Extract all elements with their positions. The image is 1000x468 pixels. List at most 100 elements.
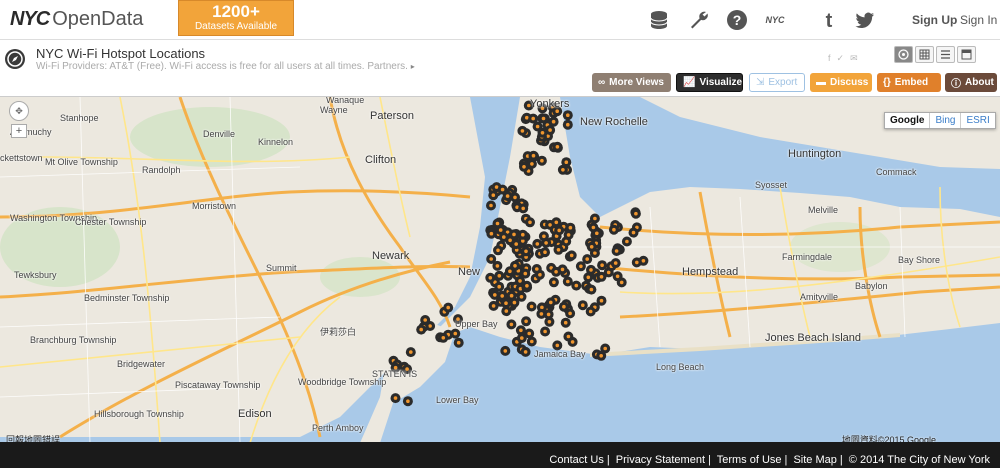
hotspot-marker-center: [551, 119, 556, 124]
help-icon[interactable]: ?: [726, 9, 748, 31]
hotspot-marker-center: [543, 329, 547, 334]
hotspot-marker-center: [599, 354, 603, 358]
hotspot-marker-center: [393, 396, 398, 400]
more-views-button[interactable]: ∞ More Views: [592, 73, 671, 92]
logo-nyc-text: NYC: [10, 8, 50, 30]
hotspot-marker-center: [520, 336, 524, 340]
hotspot-marker-center: [524, 249, 528, 254]
nyc-opendata-logo[interactable]: NYC OpenData: [10, 8, 143, 32]
hotspot-marker-center: [554, 220, 559, 225]
hotspot-marker-center: [509, 322, 514, 327]
pan-control-icon[interactable]: ✥: [9, 101, 29, 121]
facebook-share-icon[interactable]: f: [828, 53, 831, 64]
discuss-button[interactable]: ▬ Discuss: [810, 73, 872, 92]
export-button[interactable]: ⇲ Export: [749, 73, 805, 92]
hotspot-marker-center: [593, 251, 597, 255]
hotspot-marker-center: [521, 232, 525, 237]
hotspot-marker-center: [527, 331, 531, 336]
hotspot-marker-center: [453, 331, 458, 336]
map-attribution: 地圖資料©2015 Google: [841, 435, 936, 442]
map-type-google[interactable]: Google: [885, 113, 931, 128]
map-view-toggle[interactable]: [894, 46, 913, 63]
twitter-icon[interactable]: [854, 9, 876, 31]
hotspot-marker-center: [540, 305, 544, 310]
copyright-text: © 2014 The City of New York: [848, 454, 990, 466]
hotspot-marker-center: [581, 303, 585, 307]
email-share-icon[interactable]: ✉: [850, 53, 858, 64]
hotspot-marker-center: [531, 116, 535, 121]
map-type-esri[interactable]: ESRI: [961, 113, 994, 128]
window-view-toggle[interactable]: [957, 46, 976, 63]
terms-of-use-link[interactable]: Terms of Use: [717, 454, 782, 466]
map-type-bing[interactable]: Bing: [930, 113, 962, 128]
sign-in-link[interactable]: Sign In: [960, 13, 997, 27]
hotspot-marker-center: [635, 260, 639, 265]
about-label: About: [965, 77, 994, 88]
dataset-description[interactable]: Wi-Fi Providers: AT&T (Free). Wi-Fi acce…: [36, 61, 415, 72]
hotspot-marker-center: [566, 113, 570, 117]
tumblr-icon[interactable]: t: [818, 9, 840, 31]
place-label: Wanaque: [326, 96, 365, 105]
report-map-error-link[interactable]: 回報地圖錯誤: [6, 433, 60, 442]
site-footer: Contact Us | Privacy Statement | Terms of …: [0, 442, 1000, 468]
place-label: Mt Olive Township: [45, 157, 118, 167]
hotspot-marker-center: [504, 301, 508, 305]
hotspot-marker-center: [518, 279, 522, 283]
place-label: New: [458, 266, 481, 278]
twitter-share-icon[interactable]: ✓: [837, 53, 845, 64]
hotspot-marker-center: [574, 283, 579, 288]
hotspot-marker-center: [588, 309, 593, 314]
hotspot-marker-center: [456, 340, 461, 345]
place-label: Farmingdale: [782, 252, 833, 262]
hotspot-marker-center: [525, 284, 529, 288]
database-icon[interactable]: [648, 9, 670, 31]
hotspot-marker-center: [599, 298, 604, 303]
hotspot-marker-center: [566, 233, 571, 237]
hotspot-marker-center: [540, 131, 545, 135]
hotspot-marker-center: [546, 312, 551, 317]
expand-description-icon[interactable]: ▸: [411, 62, 415, 71]
embed-button[interactable]: {} Embed: [877, 73, 941, 92]
place-label: Summit: [266, 263, 297, 273]
binoculars-icon: ∞: [598, 77, 606, 88]
place-label: Paterson: [370, 110, 415, 122]
hotspot-marker-center: [441, 336, 446, 340]
hotspot-marker-center: [585, 257, 589, 261]
hotspot-marker-center: [595, 231, 599, 236]
datasets-available-badge[interactable]: 1200+ Datasets Available: [178, 0, 294, 36]
site-map-link[interactable]: Site Map: [793, 454, 836, 466]
atlantic-ocean-water: [380, 323, 1000, 442]
place-label: Newark: [372, 250, 410, 262]
chart-icon: 📈: [683, 77, 696, 88]
place-label: Jamaica Bay: [534, 349, 586, 359]
share-icons: f ✓ ✉: [828, 53, 858, 64]
hotspot-marker-center: [599, 275, 604, 279]
footer-separator: |: [708, 454, 711, 466]
hotspot-marker-center: [493, 293, 497, 297]
hotspot-marker-center: [589, 245, 594, 249]
contact-us-link[interactable]: Contact Us: [549, 454, 603, 466]
place-label: Denville: [203, 129, 236, 139]
grid-view-toggle[interactable]: [915, 46, 934, 63]
list-view-toggle[interactable]: [936, 46, 955, 63]
hotspot-marker-center: [428, 324, 432, 328]
compass-icon: [5, 49, 25, 69]
wrench-icon[interactable]: [688, 9, 710, 31]
footer-separator: |: [839, 454, 843, 466]
nyc-gov-icon[interactable]: NYC: [762, 9, 788, 31]
zoom-in-button[interactable]: +: [11, 124, 27, 138]
hotspot-marker-center: [522, 165, 526, 169]
map-canvas[interactable]: Yonkers New Rochelle Paterson Wayne Clif…: [0, 96, 1000, 442]
hotspot-marker-center: [541, 116, 546, 121]
hotspot-marker-center: [509, 293, 514, 298]
hotspot-marker-center: [489, 203, 493, 208]
about-button[interactable]: ⓘ About: [945, 73, 997, 92]
hotspot-marker-center: [612, 227, 616, 232]
visualize-button[interactable]: 📈 Visualize: [676, 73, 743, 92]
privacy-statement-link[interactable]: Privacy Statement: [616, 454, 705, 466]
sign-up-link[interactable]: Sign Up: [912, 13, 957, 27]
place-label: Bridgewater: [117, 359, 166, 369]
hotspot-marker-center: [500, 294, 505, 298]
more-views-label: More Views: [609, 77, 664, 88]
hotspot-marker-center: [543, 250, 547, 254]
